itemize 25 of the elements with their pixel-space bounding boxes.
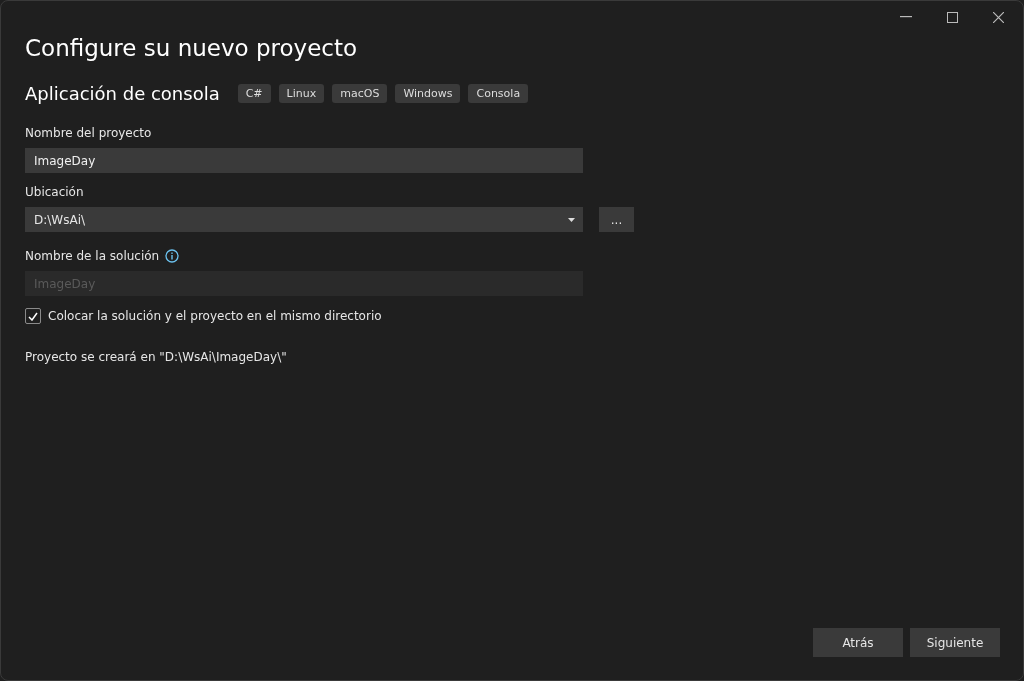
nav-button[interactable]: Atrás — [813, 628, 903, 657]
browse-button[interactable]: ... — [599, 207, 634, 232]
location-summary: Proyecto se creará en "D:\WsAi\ImageDay\" — [25, 350, 288, 364]
template-tag: Windows — [395, 84, 461, 103]
checkmark-icon — [28, 311, 38, 321]
field-label: Nombre del proyecto — [25, 126, 153, 140]
location-value: D:\WsAi\ — [34, 212, 86, 227]
maximize-icon — [946, 11, 958, 23]
window-title: Configure su nuevo proyecto — [25, 35, 359, 61]
template-tag: C# — [237, 84, 271, 103]
checkbox-label: Colocar la solución y el proyecto en el mismo directorio — [48, 309, 382, 323]
project-name-field[interactable]: ImageDay — [25, 148, 583, 173]
template-tag: macOS — [332, 84, 388, 103]
dropdown-caret-icon — [568, 217, 575, 222]
field-label: Ubicación — [25, 185, 85, 199]
template-tag: Linux — [278, 84, 325, 103]
info-icon — [165, 249, 180, 263]
checkbox[interactable] — [25, 308, 41, 324]
location-combo-box[interactable]: D:\WsAi\ — [25, 207, 583, 232]
template-name: Aplicación de consola — [25, 83, 220, 104]
template-tag: Consola — [468, 84, 529, 103]
close-icon — [992, 11, 1004, 23]
minimize-icon — [900, 16, 912, 18]
field-label: Nombre de la solución — [25, 249, 160, 263]
nav-button[interactable]: Siguiente — [910, 628, 1000, 657]
